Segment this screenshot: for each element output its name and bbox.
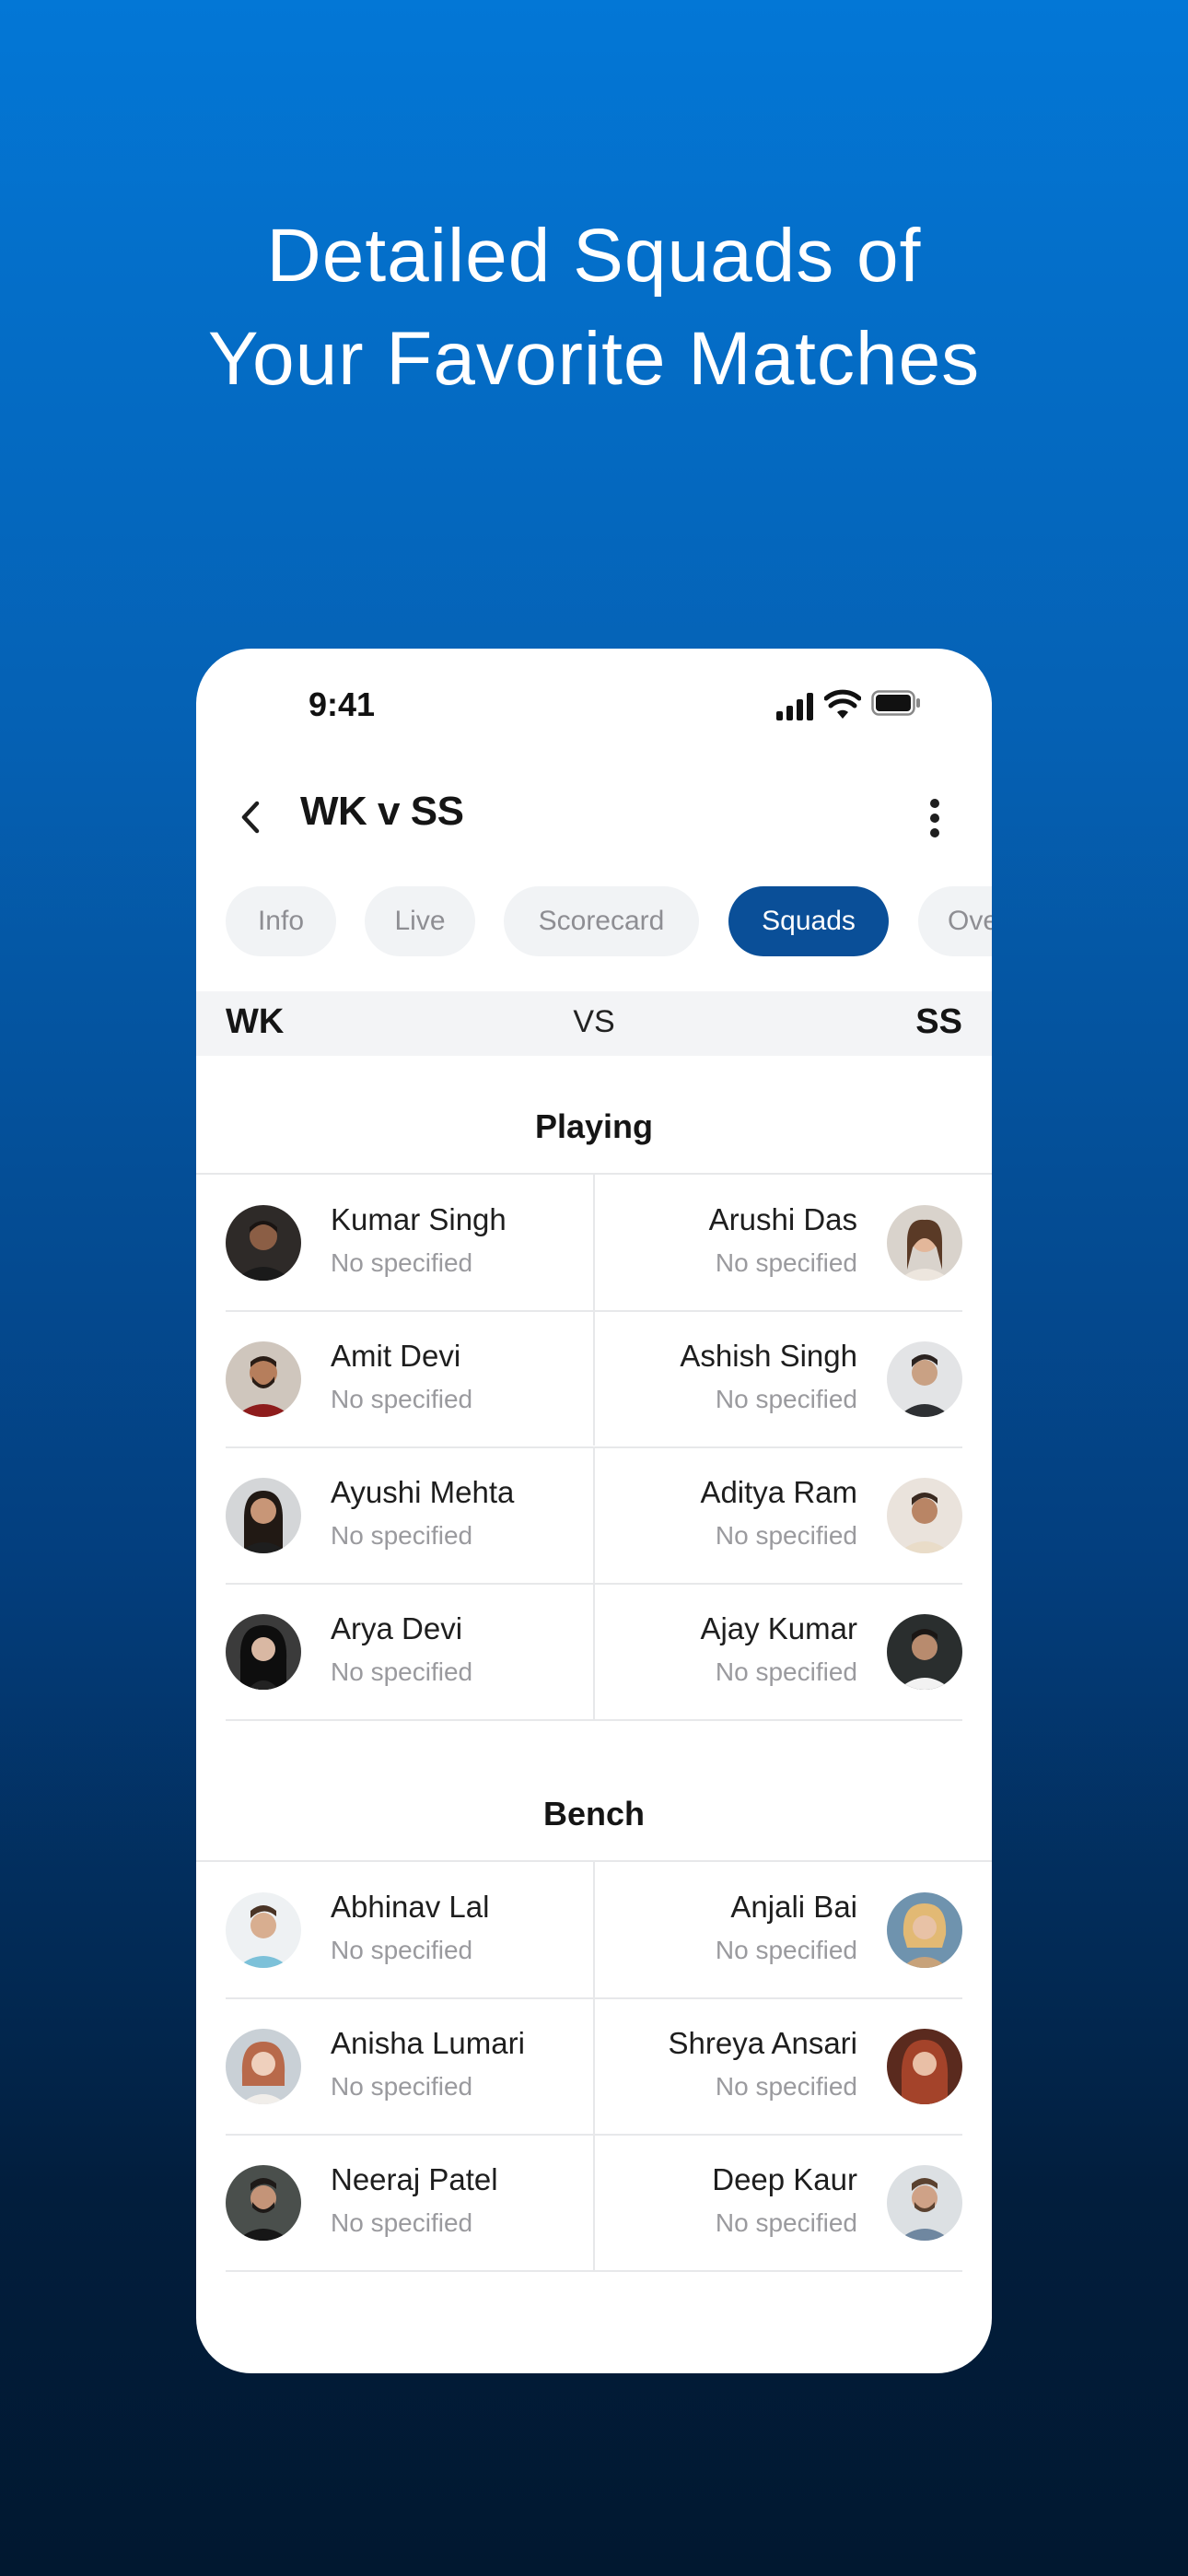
player-avatar[interactable]: [226, 2029, 301, 2104]
player-avatar[interactable]: [226, 2165, 301, 2241]
status-time: 9:41: [309, 685, 376, 723]
player-role: No specified: [331, 1385, 473, 1413]
player-role: No specified: [331, 1936, 473, 1964]
player-role: No specified: [331, 1657, 473, 1686]
team-right: SS: [915, 1002, 962, 1041]
status-bar: 9:41: [196, 649, 992, 759]
player-role: No specified: [715, 1385, 857, 1413]
player-name[interactable]: Amit Devi: [331, 1339, 460, 1374]
player-avatar[interactable]: [226, 1614, 301, 1690]
tab-overs[interactable]: Ove: [918, 886, 992, 956]
player-role: No specified: [331, 1521, 473, 1550]
player-role: No specified: [715, 1248, 857, 1277]
player-name[interactable]: Neeraj Patel: [331, 2162, 498, 2197]
back-arrow-icon[interactable]: [233, 794, 270, 840]
player-role: No specified: [331, 1248, 473, 1277]
squad-row: Anisha Lumari No specified Shreya Ansari…: [196, 1998, 992, 2135]
squad-row: Abhinav Lal No specified Anjali Bai No s…: [196, 1862, 992, 1998]
squad-row: Ayushi Mehta No specified Aditya Ram No …: [196, 1447, 992, 1584]
battery-icon: [871, 690, 920, 716]
cellular-signal-icon: [776, 693, 813, 720]
player-name[interactable]: Aditya Ram: [700, 1475, 857, 1510]
squad-row: Kumar Singh No specified Arushi Das No s…: [196, 1175, 992, 1311]
player-role: No specified: [715, 1657, 857, 1686]
playing-section-title: Playing: [534, 1107, 654, 1145]
player-role: No specified: [331, 2072, 473, 2101]
player-role: No specified: [715, 2208, 857, 2237]
player-avatar[interactable]: [887, 2165, 962, 2241]
wifi-icon: [824, 689, 861, 719]
player-name[interactable]: Ashish Singh: [680, 1339, 857, 1374]
squad-row: Amit Devi No specified Ashish Singh No s…: [196, 1311, 992, 1447]
player-name[interactable]: Ayushi Mehta: [331, 1475, 514, 1510]
tab-squads[interactable]: Squads: [728, 886, 889, 956]
squad-row: Arya Devi No specified Ajay Kumar No spe…: [196, 1584, 992, 1720]
player-avatar[interactable]: [887, 2029, 962, 2104]
player-name[interactable]: Kumar Singh: [331, 1202, 507, 1237]
player-role: No specified: [715, 1521, 857, 1550]
player-avatar[interactable]: [887, 1892, 962, 1968]
player-avatar[interactable]: [887, 1614, 962, 1690]
tab-scorecard[interactable]: Scorecard: [504, 886, 699, 956]
player-name[interactable]: Ajay Kumar: [700, 1611, 857, 1646]
player-role: No specified: [715, 1936, 857, 1964]
player-avatar[interactable]: [226, 1341, 301, 1417]
player-name[interactable]: Arushi Das: [709, 1202, 857, 1237]
player-avatar[interactable]: [887, 1205, 962, 1281]
teams-header: WK VS SS: [196, 991, 992, 1056]
player-name[interactable]: Shreya Ansari: [669, 2026, 857, 2061]
player-avatar[interactable]: [226, 1478, 301, 1553]
bench-section-title: Bench: [542, 1795, 646, 1832]
tab-info[interactable]: Info: [226, 886, 336, 956]
vs-label: VS: [573, 1004, 615, 1039]
player-role: No specified: [715, 2072, 857, 2101]
promo-headline: Detailed Squads of Your Favorite Matches: [0, 205, 1188, 411]
player-name[interactable]: Deep Kaur: [712, 2162, 857, 2197]
player-name[interactable]: Abhinav Lal: [331, 1890, 489, 1925]
top-app-bar: WK v SS: [196, 759, 992, 870]
player-role: No specified: [331, 2208, 473, 2237]
divider: [226, 1719, 962, 1721]
player-name[interactable]: Anjali Bai: [730, 1890, 857, 1925]
headline-line-1: Detailed Squads of: [266, 214, 922, 298]
player-name[interactable]: Anisha Lumari: [331, 2026, 525, 2061]
tab-live[interactable]: Live: [365, 886, 475, 956]
divider: [226, 2270, 962, 2272]
squad-row: Neeraj Patel No specified Deep Kaur No s…: [196, 2135, 992, 2271]
match-title: WK v SS: [300, 789, 464, 834]
tab-bar: Info Live Scorecard Squads Ove: [196, 886, 992, 956]
player-avatar[interactable]: [226, 1205, 301, 1281]
player-avatar[interactable]: [887, 1341, 962, 1417]
phone-screen: 9:41 WK v SS Info Live Scorecard Squads …: [196, 649, 992, 2373]
headline-line-2: Your Favorite Matches: [207, 317, 981, 401]
player-name[interactable]: Arya Devi: [331, 1611, 462, 1646]
player-avatar[interactable]: [226, 1892, 301, 1968]
more-options-icon[interactable]: [927, 796, 942, 840]
player-avatar[interactable]: [887, 1478, 962, 1553]
